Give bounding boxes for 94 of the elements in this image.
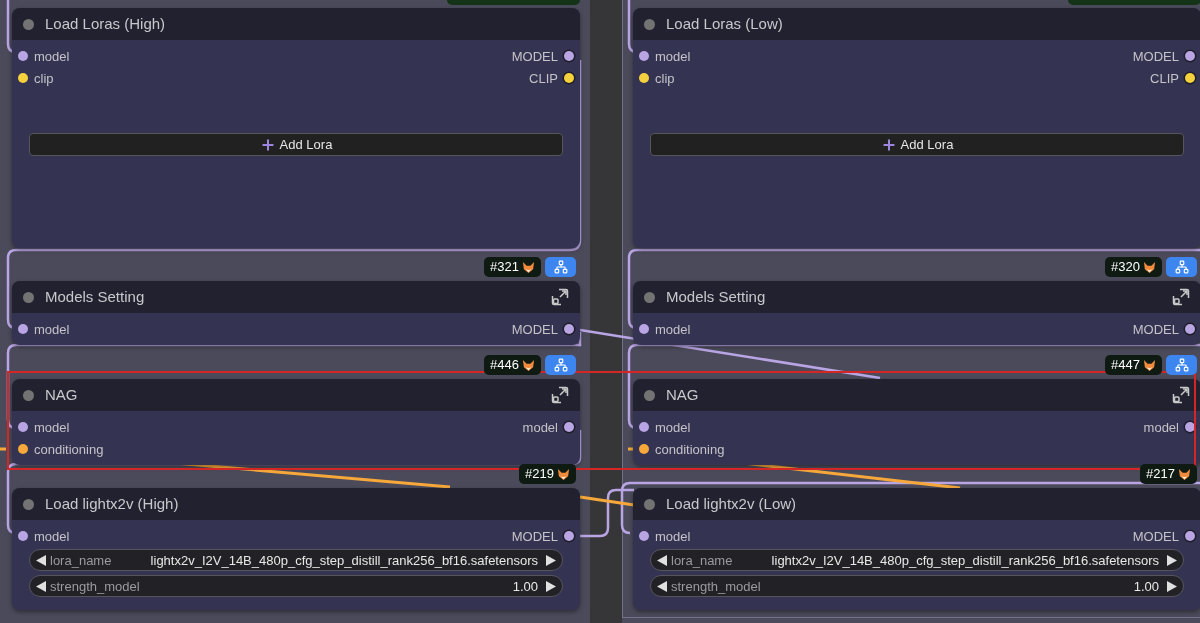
- arrow-right-icon[interactable]: [546, 554, 556, 566]
- slot-label: model: [34, 49, 70, 63]
- node-card[interactable]: Load lightx2v (High) model MODEL lora_name lightx2v_I2V_14B_480p_cfg_step_distill_rank256_bf16.safetensors strength_model 1.00: [12, 488, 580, 610]
- widget-value: lightx2v_I2V_14B_480p_cfg_step_distill_rank256_bf16.safetensors: [771, 553, 1159, 567]
- node-header[interactable]: NAG: [633, 379, 1200, 411]
- fox-icon: [522, 260, 535, 274]
- node-title: Load Loras (High): [45, 13, 166, 34]
- widget-label: strength_model: [50, 579, 140, 593]
- subgraph-button[interactable]: [1166, 257, 1197, 277]
- plus-icon: [259, 136, 276, 153]
- widget-field[interactable]: strength_model 1.00: [29, 575, 563, 597]
- slot-label: MODEL: [511, 49, 558, 63]
- node-title: Models Setting: [45, 286, 145, 307]
- arrow-right-icon[interactable]: [546, 580, 556, 592]
- subgraph-button[interactable]: [1166, 355, 1197, 375]
- hierarchy-icon: [1174, 260, 1189, 274]
- widget-value: 1.00: [1133, 579, 1159, 593]
- slot-label: model: [34, 529, 70, 543]
- widget-label: strength_model: [671, 579, 761, 593]
- slot-label: clip: [34, 71, 54, 85]
- slot-label: MODEL: [511, 322, 558, 336]
- node-id: #217: [1146, 465, 1175, 484]
- expand-icon[interactable]: [1172, 386, 1190, 404]
- arrow-left-icon[interactable]: [657, 554, 667, 566]
- arrow-right-icon[interactable]: [1167, 580, 1177, 592]
- fox-icon: [1143, 358, 1156, 372]
- widget-field[interactable]: lora_name lightx2v_I2V_14B_480p_cfg_step_distill_rank256_bf16.safetensors: [29, 549, 563, 571]
- subgraph-button[interactable]: [545, 257, 576, 277]
- node-card[interactable]: NAG model model conditioning: [12, 379, 580, 465]
- node-title: Models Setting: [666, 286, 766, 307]
- widget-label: lora_name: [50, 553, 112, 567]
- arrow-left-icon[interactable]: [36, 580, 46, 592]
- widget-field[interactable]: lora_name lightx2v_I2V_14B_480p_cfg_step_distill_rank256_bf16.safetensors: [650, 549, 1184, 571]
- add-lora-button[interactable]: Add Lora: [29, 133, 563, 156]
- node-header[interactable]: Models Setting: [633, 281, 1200, 313]
- widget-label: lora_name: [671, 553, 733, 567]
- node-header[interactable]: Load Loras (Low): [633, 8, 1200, 40]
- slot-label: CLIP: [529, 71, 558, 85]
- node-title: NAG: [45, 384, 78, 405]
- widget-value: lightx2v_I2V_14B_480p_cfg_step_distill_rank256_bf16.safetensors: [150, 553, 538, 567]
- expand-icon[interactable]: [551, 386, 569, 404]
- node-id: #321: [490, 258, 519, 277]
- slot-label: MODEL: [1132, 49, 1179, 63]
- slot-label: model: [1143, 420, 1179, 434]
- slot-label: model: [655, 49, 691, 63]
- node-card[interactable]: Load lightx2v (Low) model MODEL lora_name lightx2v_I2V_14B_480p_cfg_step_distill_rank256_bf16.safetensors strength_model 1.00: [633, 488, 1200, 610]
- hierarchy-icon: [553, 260, 568, 274]
- fox-icon: [557, 467, 570, 481]
- add-lora-button[interactable]: Add Lora: [650, 133, 1184, 156]
- node-title: Load lightx2v (High): [45, 493, 179, 514]
- hierarchy-icon: [553, 358, 568, 372]
- node-id: #447: [1111, 356, 1140, 375]
- node-card[interactable]: Load Loras (Low) model MODEL clip CLIP Add Lora: [633, 8, 1200, 248]
- node-header[interactable]: Load Loras (High): [12, 8, 580, 40]
- slot-label: model: [34, 420, 70, 434]
- node-title: Load lightx2v (Low): [666, 493, 797, 514]
- widget-value: 1.00: [512, 579, 538, 593]
- plus-icon: [880, 136, 897, 153]
- fox-icon: [1143, 260, 1156, 274]
- node-id: #446: [490, 356, 519, 375]
- node-header[interactable]: NAG: [12, 379, 580, 411]
- expand-icon[interactable]: [1172, 288, 1190, 306]
- node-card[interactable]: Load Loras (High) model MODEL clip CLIP Add Lora: [12, 8, 580, 248]
- slot-label: model: [655, 529, 691, 543]
- node-header[interactable]: Load lightx2v (Low): [633, 488, 1200, 520]
- arrow-right-icon[interactable]: [1167, 554, 1177, 566]
- node-id: #219: [525, 465, 554, 484]
- slot-label: MODEL: [1132, 322, 1179, 336]
- slot-label: model: [522, 420, 558, 434]
- subgraph-button[interactable]: [545, 355, 576, 375]
- node-header[interactable]: Load lightx2v (High): [12, 488, 580, 520]
- node-id: #320: [1111, 258, 1140, 277]
- node-title: NAG: [666, 384, 699, 405]
- slot-label: MODEL: [1132, 529, 1179, 543]
- slot-label: model: [655, 420, 691, 434]
- widget-field[interactable]: strength_model 1.00: [650, 575, 1184, 597]
- expand-icon[interactable]: [551, 288, 569, 306]
- slot-label: clip: [655, 71, 675, 85]
- node-header[interactable]: Models Setting: [12, 281, 580, 313]
- fox-icon: [522, 358, 535, 372]
- slot-label: conditioning: [655, 442, 725, 456]
- hierarchy-icon: [1174, 358, 1189, 372]
- fox-icon: [1178, 467, 1191, 481]
- slot-label: model: [655, 322, 691, 336]
- slot-label: model: [34, 322, 70, 336]
- slot-label: CLIP: [1150, 71, 1179, 85]
- slot-label: conditioning: [34, 442, 104, 456]
- node-card[interactable]: Models Setting model MODEL: [633, 281, 1200, 345]
- arrow-left-icon[interactable]: [657, 580, 667, 592]
- slot-label: MODEL: [511, 529, 558, 543]
- node-card[interactable]: Models Setting model MODEL: [12, 281, 580, 345]
- node-card[interactable]: NAG model model conditioning: [633, 379, 1200, 465]
- arrow-left-icon[interactable]: [36, 554, 46, 566]
- node-title: Load Loras (Low): [666, 13, 783, 34]
